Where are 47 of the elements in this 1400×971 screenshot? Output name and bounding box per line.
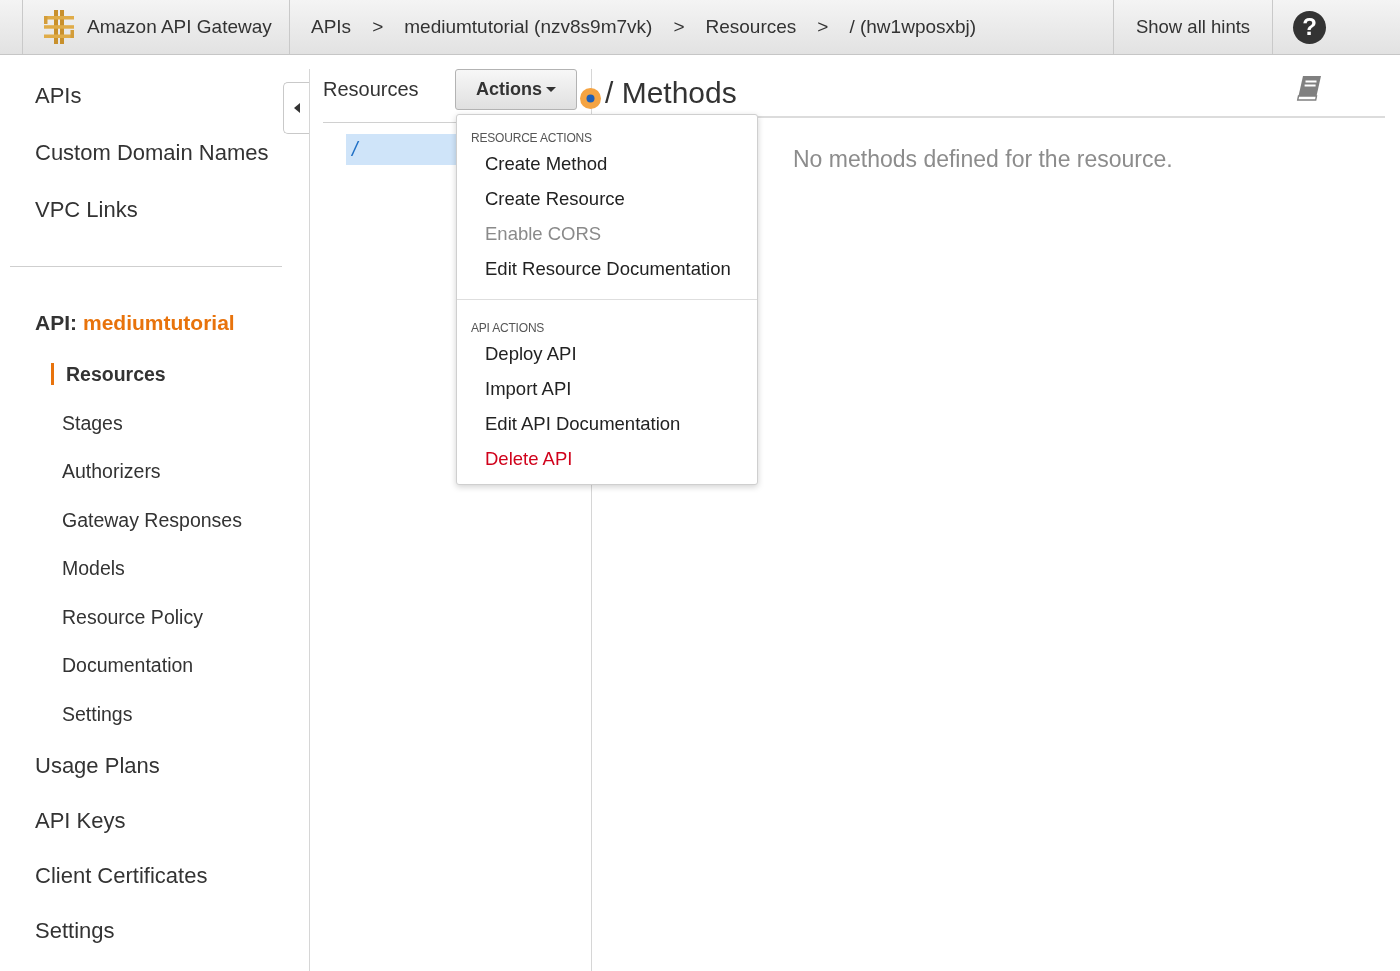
- menu-item[interactable]: Edit API Documentation: [485, 412, 681, 435]
- menu-heading: RESOURCE ACTIONS: [471, 130, 592, 146]
- sidebar-item[interactable]: Authorizers: [51, 460, 161, 483]
- breadcrumb-separator: >: [817, 16, 829, 38]
- home-link[interactable]: Amazon API Gateway: [44, 10, 272, 44]
- sidebar-item[interactable]: Gateway Responses: [51, 508, 242, 531]
- sidebar-item[interactable]: Models: [51, 557, 125, 580]
- menu-item[interactable]: Create Method: [485, 152, 608, 175]
- breadcrumb-link[interactable]: / (hw1wposxbj): [849, 16, 977, 38]
- sidebar-item[interactable]: Resources: [51, 363, 166, 386]
- tree-item[interactable]: /: [346, 134, 456, 165]
- sidebar-item[interactable]: Usage Plans: [35, 752, 160, 779]
- empty-message: No methods defined for the resource.: [793, 146, 1173, 173]
- book-icon[interactable]: [1295, 75, 1323, 102]
- logo-icon: [44, 10, 74, 44]
- menu-item[interactable]: Delete API: [485, 447, 573, 470]
- breadcrumb-link[interactable]: APIs: [311, 16, 352, 38]
- api-label: API:: [35, 311, 77, 335]
- menu-item[interactable]: Deploy API: [485, 342, 577, 365]
- hint-dot-icon[interactable]: [580, 88, 601, 109]
- actions-button[interactable]: Actions: [455, 69, 577, 110]
- sidebar-item[interactable]: Documentation: [51, 654, 194, 677]
- left-triangle-icon: [293, 103, 300, 113]
- menu-item[interactable]: Create Resource: [485, 187, 625, 210]
- collapse-tab[interactable]: [283, 82, 309, 134]
- breadcrumb-separator: >: [372, 16, 384, 38]
- caret-icon: [546, 87, 556, 92]
- sidebar-item[interactable]: VPC Links: [35, 196, 138, 223]
- sidebar-item[interactable]: Custom Domain Names: [35, 139, 269, 166]
- menu-item[interactable]: Import API: [485, 377, 572, 400]
- sidebar-item[interactable]: API Keys: [35, 807, 126, 834]
- panel-title: Resources: [323, 78, 419, 101]
- breadcrumb-separator: >: [673, 16, 685, 38]
- show-hints-button[interactable]: Show all hints: [1135, 16, 1251, 38]
- sidebar-item[interactable]: Settings: [51, 702, 133, 725]
- breadcrumb-link[interactable]: Resources: [705, 16, 797, 38]
- sidebar-item[interactable]: Resource Policy: [51, 605, 203, 628]
- help-button[interactable]: ?: [1293, 10, 1326, 44]
- api-name: mediumtutorial: [83, 311, 235, 335]
- methods-title: / Methods: [605, 75, 737, 110]
- breadcrumb-link[interactable]: mediumtutorial (nzv8s9m7vk): [404, 16, 653, 38]
- menu-item[interactable]: Edit Resource Documentation: [485, 257, 731, 280]
- sidebar-item[interactable]: Client Certificates: [35, 862, 208, 889]
- menu-heading: API ACTIONS: [471, 320, 545, 336]
- sidebar-item[interactable]: Stages: [51, 411, 123, 434]
- sidebar-item[interactable]: Settings: [35, 917, 115, 944]
- sidebar-item[interactable]: APIs: [35, 82, 82, 109]
